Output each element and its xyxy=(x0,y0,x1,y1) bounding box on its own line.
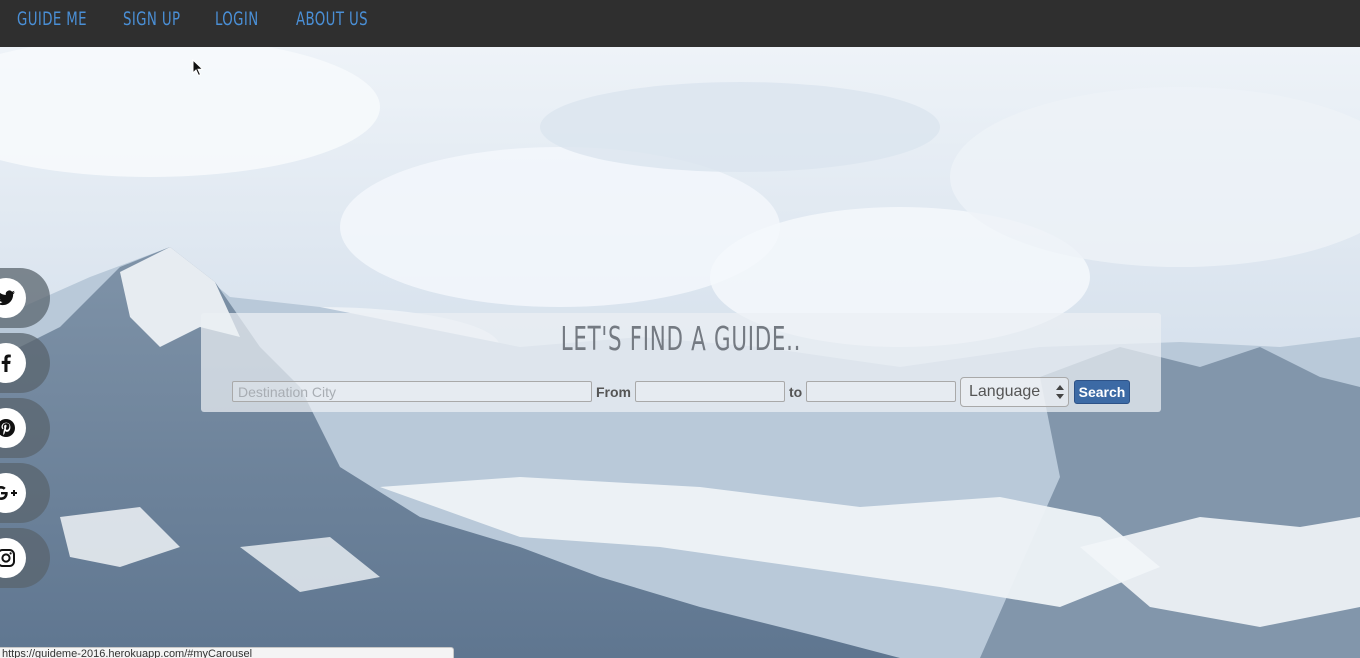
status-url: https://guideme-2016.herokuapp.com/#myCa… xyxy=(2,648,253,658)
to-date-input[interactable] xyxy=(806,381,956,402)
destination-city-input[interactable] xyxy=(232,381,592,402)
twitter-icon xyxy=(0,278,26,318)
language-select[interactable]: Language xyxy=(960,377,1069,407)
facebook-icon xyxy=(0,343,26,383)
nav-login-link[interactable]: Login xyxy=(215,8,259,30)
browser-status-bar: https://guideme-2016.herokuapp.com/#myCa… xyxy=(0,647,454,658)
google-plus-icon xyxy=(0,473,26,513)
search-title: LET'S FIND A GUIDE.. xyxy=(201,319,1161,358)
top-navbar: Guide Me Sign Up Login About Us xyxy=(0,0,1360,47)
brand-link[interactable]: Guide Me xyxy=(17,8,87,30)
nav-sign-up-link[interactable]: Sign Up xyxy=(123,8,180,30)
from-date-input[interactable] xyxy=(635,381,785,402)
select-arrows-icon xyxy=(1056,385,1064,399)
language-select-value: Language xyxy=(969,383,1041,400)
search-title-text: LET'S FIND A GUIDE.. xyxy=(560,319,802,358)
mouse-cursor-icon xyxy=(192,59,204,77)
from-label: From xyxy=(596,384,631,400)
search-panel: LET'S FIND A GUIDE.. From to Language Se… xyxy=(201,313,1161,412)
instagram-icon xyxy=(0,538,26,578)
search-button[interactable]: Search xyxy=(1074,380,1130,404)
to-label: to xyxy=(789,384,803,400)
nav-about-us-link[interactable]: About Us xyxy=(296,8,368,30)
pinterest-icon xyxy=(0,408,26,448)
page: Guide Me Sign Up Login About Us LET'S FI… xyxy=(0,0,1360,658)
